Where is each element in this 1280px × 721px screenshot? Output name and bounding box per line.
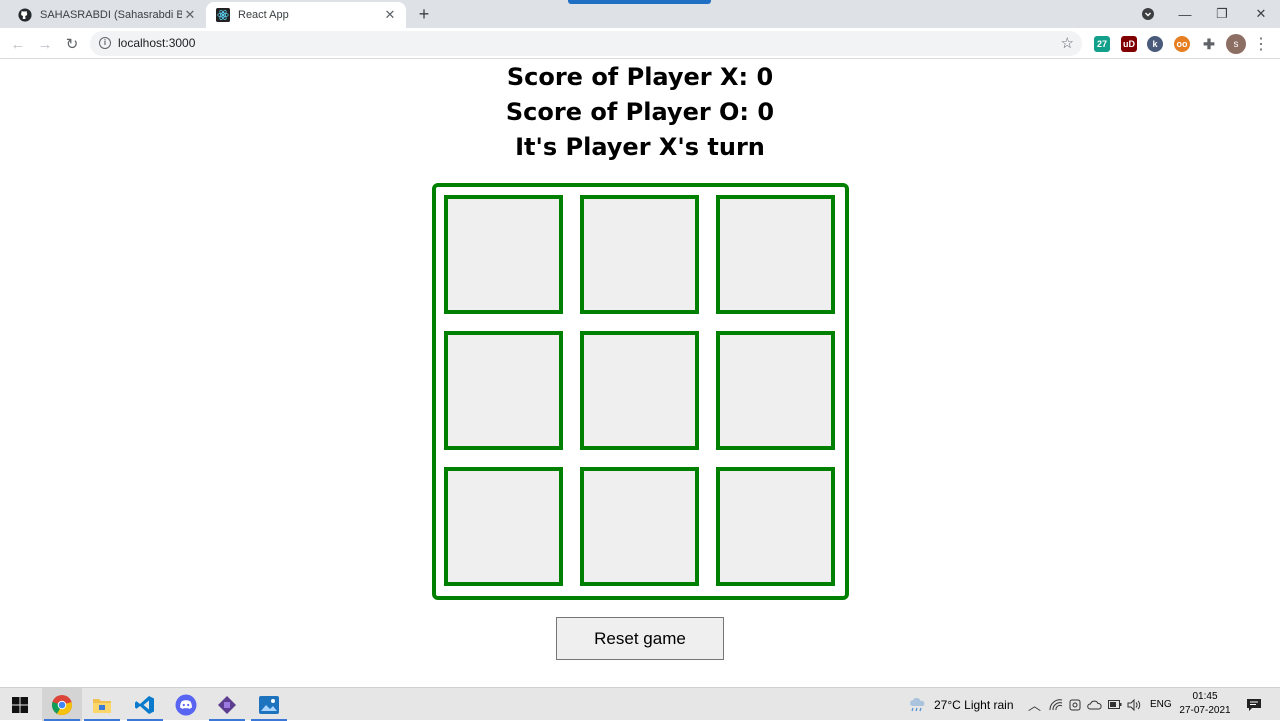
photos-icon[interactable] <box>249 688 289 721</box>
file-explorer-icon[interactable] <box>82 688 122 721</box>
new-tab-button[interactable]: + <box>414 4 434 24</box>
extensions-puzzle-icon[interactable]: ✚ <box>1201 36 1217 52</box>
language-indicator[interactable]: ENG <box>1150 688 1172 721</box>
onedrive-cloud-icon[interactable] <box>1087 688 1102 721</box>
url-text[interactable]: localhost:3000 <box>118 36 195 50</box>
windows-taskbar: 27°C Light rain ︿ ENG 01:45 27-07-2021 <box>0 687 1280 721</box>
react-icon <box>216 8 230 22</box>
board-cell[interactable] <box>716 331 835 450</box>
extension-27-icon[interactable]: 27 <box>1094 36 1110 52</box>
tab-title: React App <box>238 9 289 21</box>
weather-widget[interactable]: 27°C Light rain <box>908 688 1014 721</box>
extension-k-icon[interactable]: k <box>1147 36 1163 52</box>
close-tab-icon[interactable]: ✕ <box>382 7 398 23</box>
chrome-icon[interactable] <box>42 688 82 721</box>
profile-avatar[interactable]: s <box>1226 34 1246 54</box>
app-diamond-icon[interactable] <box>207 688 247 721</box>
bookmark-star-icon[interactable]: ☆ <box>1061 34 1074 52</box>
close-window-button[interactable]: ✕ <box>1243 0 1279 28</box>
restore-button[interactable]: ❐ <box>1204 0 1240 28</box>
board-cell[interactable] <box>444 331 563 450</box>
back-arrow-icon[interactable]: ← <box>7 33 29 55</box>
clock-time: 01:45 <box>1192 691 1218 702</box>
system-clock[interactable]: 01:45 27-07-2021 <box>1170 690 1240 718</box>
game-board <box>432 183 849 600</box>
site-info-icon[interactable]: i <box>99 37 111 49</box>
turn-indicator: It's Player X's turn <box>515 133 765 161</box>
notification-center-icon[interactable] <box>1246 688 1262 721</box>
meet-now-icon[interactable] <box>1069 688 1081 721</box>
windows-start-icon[interactable] <box>0 688 40 721</box>
board-cell[interactable] <box>444 467 563 586</box>
github-icon <box>18 8 32 22</box>
close-tab-icon[interactable]: ✕ <box>182 7 198 23</box>
browser-tab-bar: SAHASRABDI (Sahasrabdi Bhattac ✕ React A… <box>0 0 1280 28</box>
forward-arrow-icon[interactable]: → <box>34 33 56 55</box>
minimize-button[interactable]: — <box>1167 0 1203 28</box>
board-cell[interactable] <box>444 195 563 314</box>
board-cell[interactable] <box>580 195 699 314</box>
board-cell[interactable] <box>716 195 835 314</box>
tab-search-icon[interactable] <box>1130 0 1166 28</box>
board-cell[interactable] <box>580 467 699 586</box>
battery-icon[interactable] <box>1108 688 1122 721</box>
reload-icon[interactable]: ↻ <box>61 33 83 55</box>
tab-title: SAHASRABDI (Sahasrabdi Bhattac <box>40 9 182 21</box>
reset-game-button[interactable]: Reset game <box>556 617 724 660</box>
ublock-icon[interactable]: uD <box>1121 36 1137 52</box>
score-player-x: Score of Player X: 0 <box>506 63 774 91</box>
rain-cloud-icon <box>908 697 926 712</box>
weather-text: 27°C Light rain <box>934 697 1014 712</box>
vscode-icon[interactable] <box>125 688 165 721</box>
show-hidden-icons-chevron-icon[interactable]: ︿ <box>1028 688 1041 721</box>
tab-github[interactable]: SAHASRABDI (Sahasrabdi Bhattac ✕ <box>8 2 206 28</box>
page-content: Score of Player X: 0 Score of Player O: … <box>0 60 1280 687</box>
chrome-menu-icon[interactable]: ⋮ <box>1253 34 1269 54</box>
board-cell[interactable] <box>716 467 835 586</box>
window-drag-indicator <box>568 0 711 4</box>
network-icon[interactable] <box>1049 688 1063 721</box>
tab-react-app[interactable]: React App ✕ <box>206 2 406 28</box>
extension-glasses-icon[interactable]: oo <box>1174 36 1190 52</box>
board-cell[interactable] <box>580 331 699 450</box>
clock-date: 27-07-2021 <box>1179 705 1231 716</box>
volume-icon[interactable] <box>1127 688 1141 721</box>
address-bar[interactable]: i localhost:3000 ☆ <box>90 31 1082 56</box>
browser-toolbar: ← → ↻ i localhost:3000 ☆ 27 uD k oo ✚ s … <box>0 28 1280 59</box>
discord-icon[interactable] <box>166 688 206 721</box>
score-player-o: Score of Player O: 0 <box>505 98 775 126</box>
